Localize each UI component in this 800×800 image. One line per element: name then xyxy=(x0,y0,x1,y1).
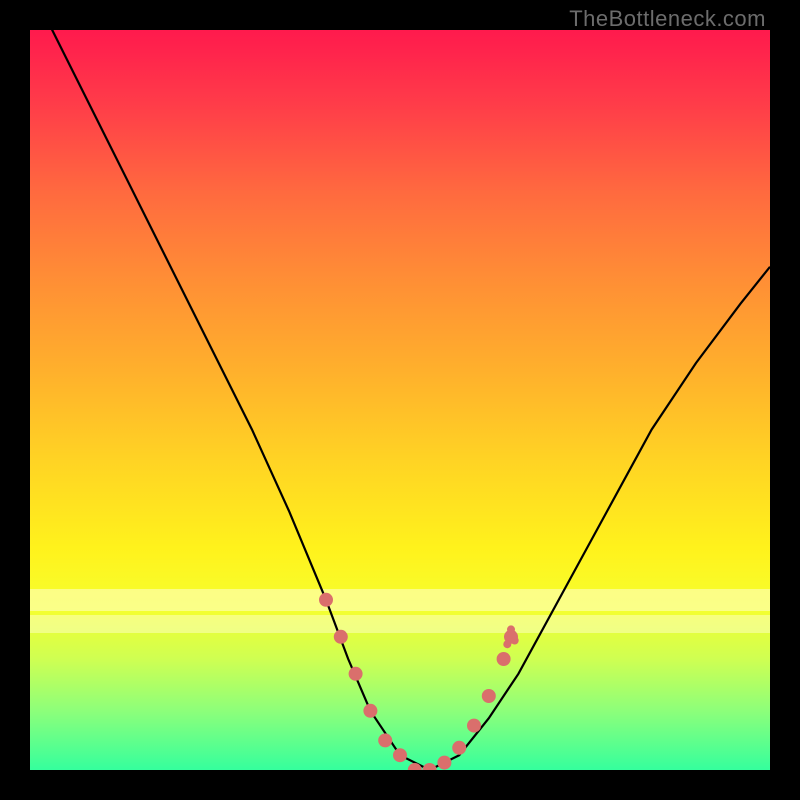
highlight-dot xyxy=(378,733,392,747)
highlight-dot xyxy=(507,625,515,633)
highlight-dot xyxy=(497,652,511,666)
dot-group xyxy=(319,593,519,770)
highlight-dot xyxy=(437,756,451,770)
highlight-dot xyxy=(349,667,363,681)
outer-frame: TheBottleneck.com xyxy=(0,0,800,800)
highlight-dot xyxy=(452,741,466,755)
chart-svg xyxy=(30,30,770,770)
highlight-dot xyxy=(511,637,519,645)
highlight-dot xyxy=(393,748,407,762)
highlight-dot xyxy=(503,640,511,648)
highlight-dot xyxy=(423,763,437,770)
highlight-dot xyxy=(482,689,496,703)
highlight-dot xyxy=(467,719,481,733)
highlight-dot xyxy=(319,593,333,607)
curve-path xyxy=(30,30,770,770)
plot-area xyxy=(30,30,770,770)
watermark-text: TheBottleneck.com xyxy=(569,6,766,32)
highlight-dot xyxy=(363,704,377,718)
highlight-dot xyxy=(334,630,348,644)
